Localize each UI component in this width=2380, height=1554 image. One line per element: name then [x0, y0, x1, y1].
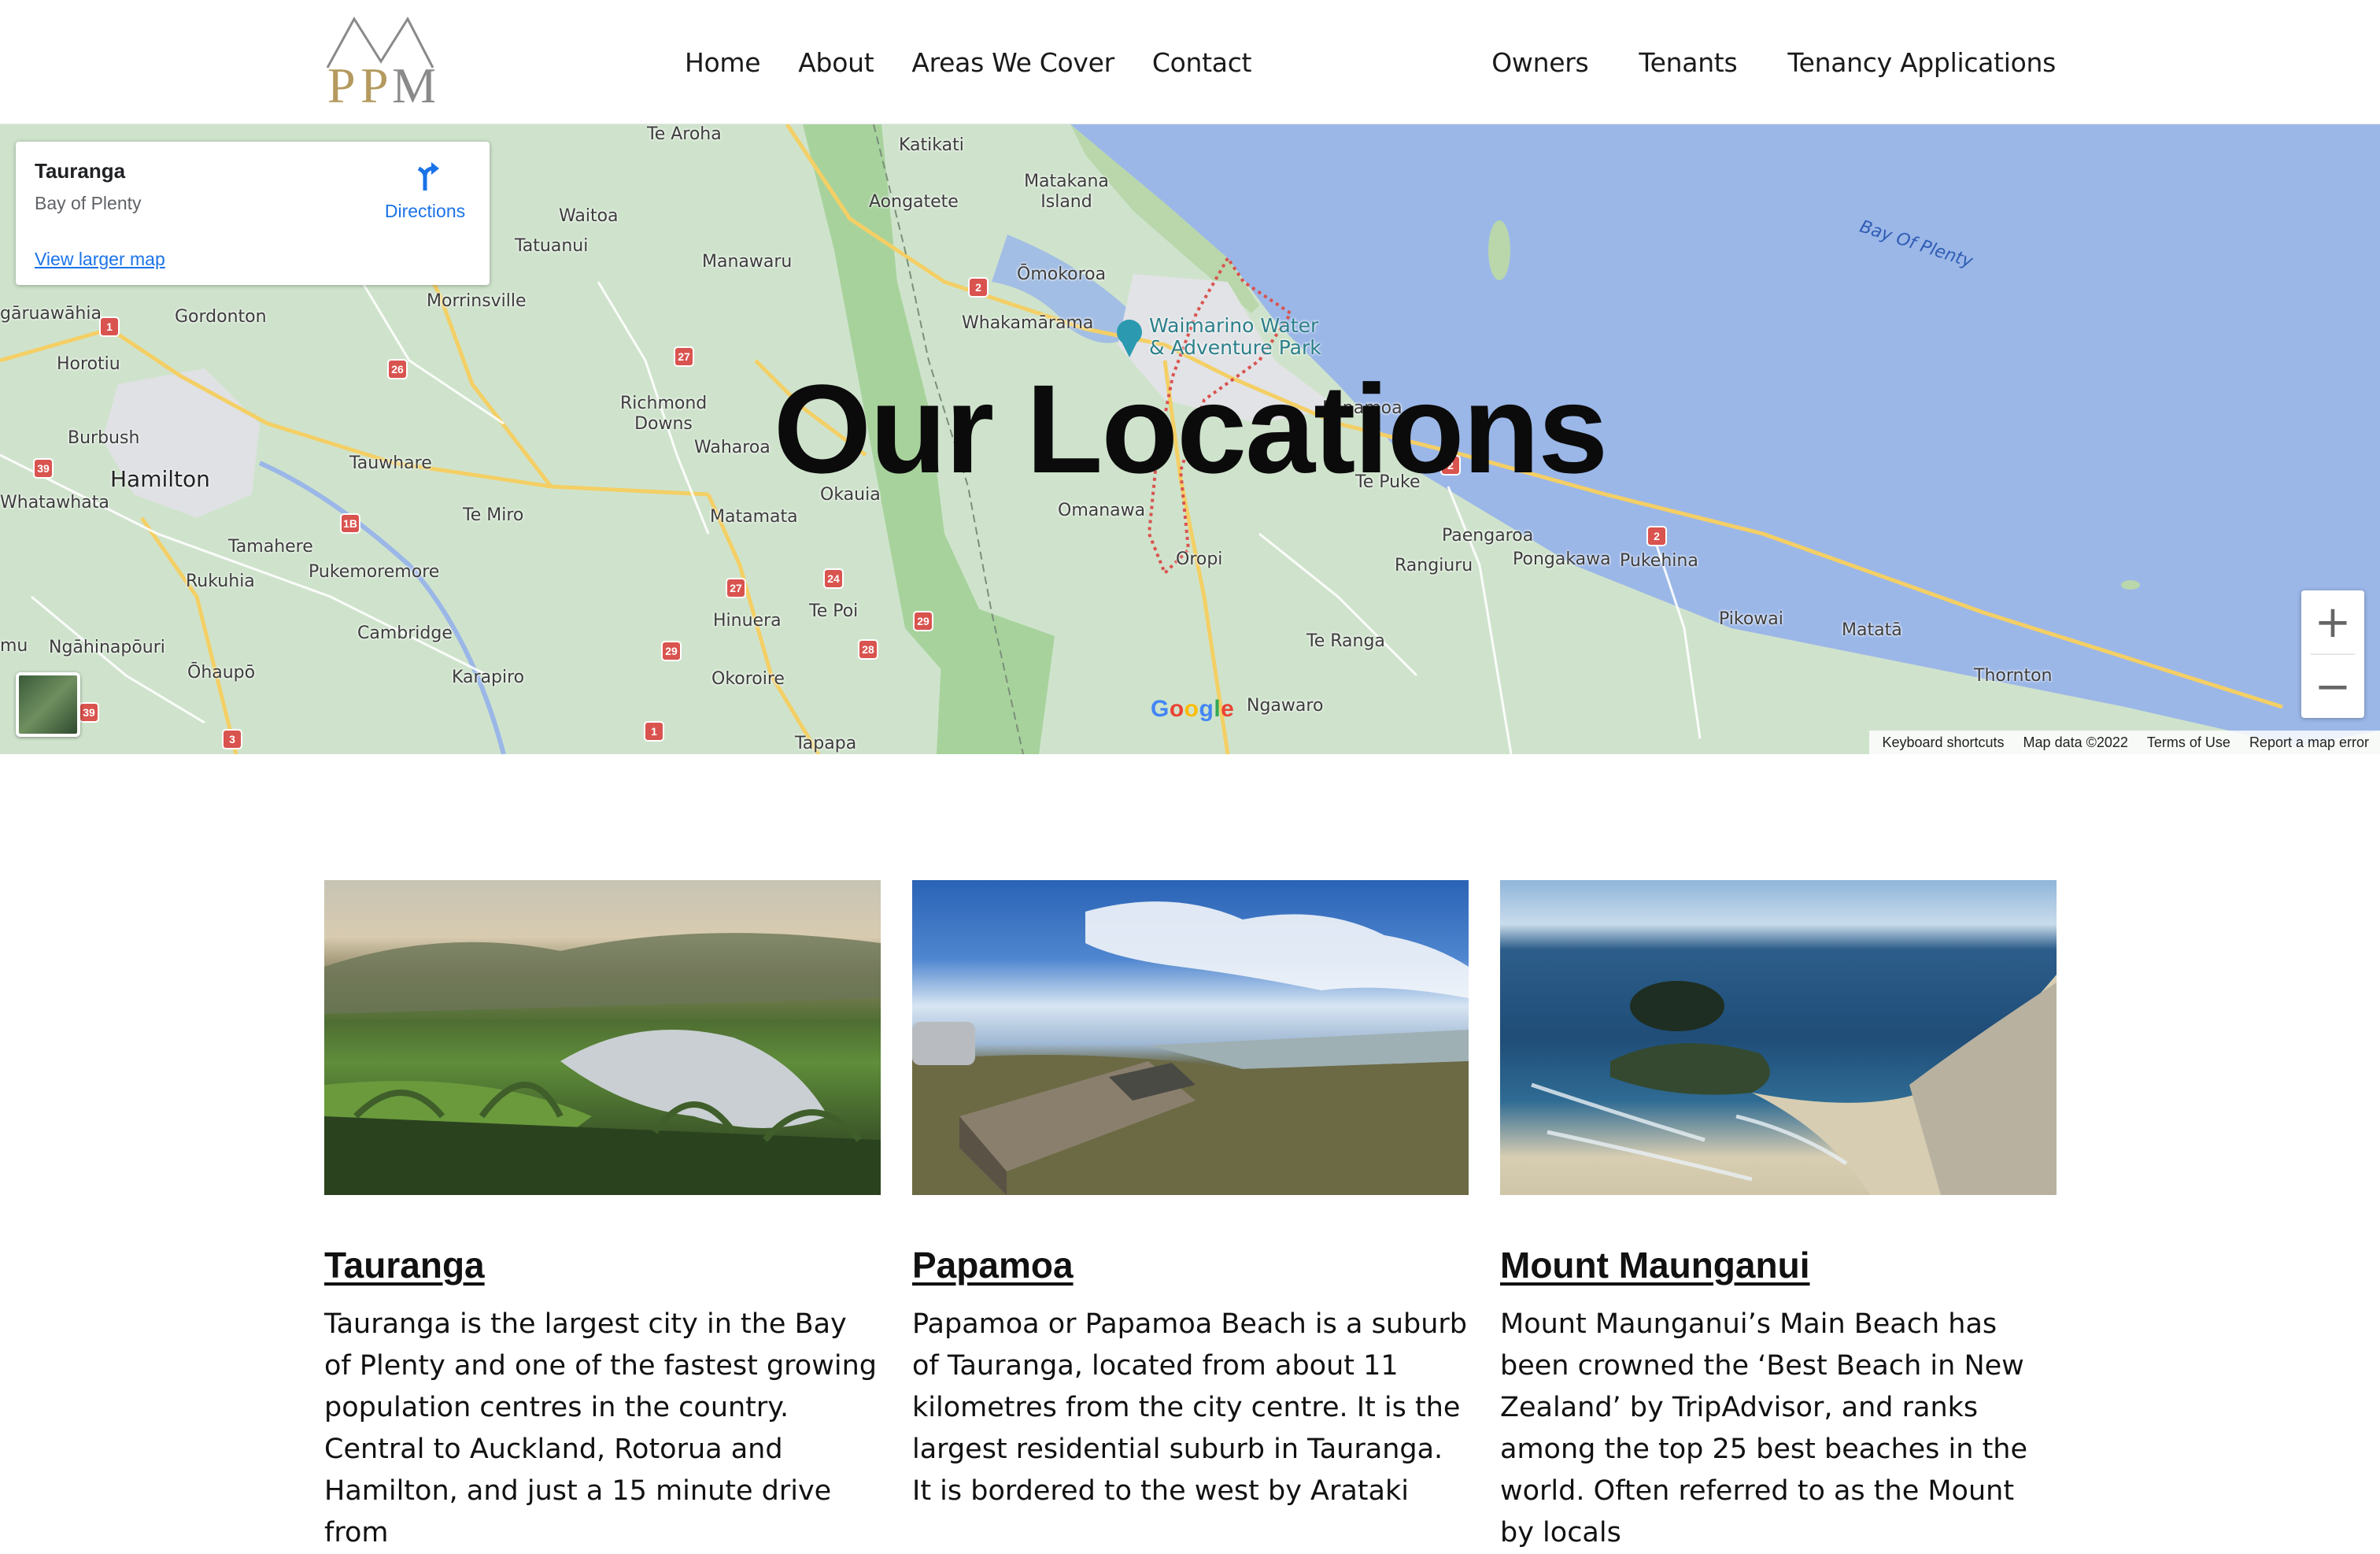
map-label: Manawaru	[702, 252, 793, 272]
nav-owners[interactable]: Owners	[1491, 47, 1588, 78]
location-description: Papamoa or Papamoa Beach is a suburb of …	[912, 1308, 1468, 1507]
nav-home[interactable]: Home	[685, 47, 761, 78]
map-label: Matakana Island	[1024, 172, 1109, 212]
map-label: Gordonton	[175, 307, 267, 327]
svg-text:P: P	[360, 57, 389, 109]
road-shield: 29	[913, 611, 933, 631]
map-label: Aongatete	[869, 192, 959, 212]
report-map-error-link[interactable]: Report a map error	[2249, 734, 2369, 751]
map-label: Tapapa	[795, 734, 857, 753]
map-label: Tatuanui	[515, 236, 589, 256]
location-title[interactable]: Tauranga	[324, 1244, 881, 1286]
secondary-nav: Owners Tenants Tenancy Applications	[1491, 0, 2056, 124]
nav-about[interactable]: About	[798, 47, 874, 78]
location-title[interactable]: Mount Maunganui	[1500, 1244, 2057, 1286]
site-header: P P M Home About Areas We Cover Contact …	[0, 0, 2380, 124]
map-label: Karapiro	[452, 668, 525, 687]
map-label: Te Ranga	[1306, 631, 1385, 651]
nav-tenants[interactable]: Tenants	[1639, 47, 1737, 78]
keyboard-shortcuts-link[interactable]: Keyboard shortcuts	[1882, 734, 2004, 751]
map-label: Cambridge	[357, 623, 453, 643]
zoom-in-button[interactable]: +	[2301, 590, 2364, 653]
map-label: Pukemoremore	[309, 562, 440, 582]
location-title[interactable]: Papamoa	[912, 1244, 1469, 1286]
map-label: Ngawaro	[1247, 696, 1324, 716]
map-label: Rangiuru	[1395, 556, 1473, 575]
map-label: Hinuera	[713, 611, 782, 631]
ppm-logo[interactable]: P P M	[323, 16, 434, 109]
map-label: Pikowai	[1719, 609, 1783, 629]
location-cards: Tauranga Tauranga is the largest city in…	[324, 880, 2057, 1554]
map-label: Tamahere	[228, 537, 313, 557]
location-card-mount-maunganui: Mount Maunganui Mount Maunganui’s Main B…	[1500, 880, 2057, 1554]
map-data-credit: Map data ©2022	[2023, 734, 2128, 750]
map-place-card: Tauranga Bay of Plenty View larger map D…	[16, 142, 490, 285]
papamoa-scene	[912, 901, 1469, 1195]
map-label: Oropi	[1176, 549, 1223, 569]
terms-of-use-link[interactable]: Terms of Use	[2147, 734, 2230, 751]
map-label: Ōhaupō	[187, 663, 256, 683]
map-label: Te Poi	[809, 601, 859, 621]
view-larger-map-link[interactable]: View larger map	[35, 249, 165, 270]
zoom-out-button[interactable]: −	[2301, 655, 2364, 718]
tauranga-scene	[324, 933, 881, 1195]
road-shield: 27	[726, 578, 746, 598]
map-label: Ngāhinapōuri	[49, 638, 165, 657]
mount-maunganui-photo[interactable]	[1500, 880, 2057, 1195]
main-nav: Home About Areas We Cover Contact	[685, 0, 1251, 124]
satellite-toggle[interactable]	[16, 672, 80, 737]
road-shield: 1	[99, 316, 120, 337]
road-shield: 1B	[340, 513, 360, 534]
svg-text:M: M	[392, 57, 434, 109]
mount-maunganui-scene	[1531, 975, 2057, 1195]
road-shield: 1	[644, 721, 664, 742]
map-attribution-bar: Keyboard shortcuts Map data ©2022 Terms …	[1869, 731, 2380, 754]
directions-icon	[417, 162, 439, 191]
map-label: Matamata	[710, 507, 798, 527]
map-label: Te Aroha	[647, 124, 722, 144]
road-shield: 2	[968, 277, 989, 298]
location-card-tauranga: Tauranga Tauranga is the largest city in…	[324, 880, 881, 1554]
svg-text:P: P	[327, 57, 356, 109]
map-label: Omanawa	[1058, 501, 1146, 520]
directions-button[interactable]: Directions	[371, 159, 479, 222]
road-shield: 28	[858, 639, 878, 660]
road-shield: 39	[79, 702, 99, 723]
directions-label: Directions	[384, 201, 466, 221]
map-label: Pongakawa	[1513, 549, 1611, 569]
road-shield: 24	[823, 568, 844, 589]
road-shield: 29	[661, 641, 682, 661]
nav-contact[interactable]: Contact	[1152, 47, 1252, 78]
nav-tenancy-applications[interactable]: Tenancy Applications	[1787, 47, 2056, 78]
embedded-map[interactable]: Te Aroha Katikati Matakana Island Aongat…	[0, 124, 2380, 754]
map-label: Whakamārama	[962, 313, 1094, 333]
map-label: Katikati	[899, 135, 964, 155]
location-description: Tauranga is the largest city in the Bay …	[324, 1308, 877, 1548]
map-label: Thornton	[1974, 666, 2053, 686]
map-label: Pukehina	[1620, 551, 1698, 571]
tauranga-photo[interactable]	[324, 880, 881, 1195]
place-name: Tauranga	[35, 159, 126, 183]
map-label: mu	[0, 636, 28, 656]
map-label: Morrinsville	[427, 291, 527, 311]
map-label: Matatā	[1842, 620, 1902, 640]
map-label: Te Miro	[463, 505, 524, 525]
map-label: gāruawāhia	[0, 304, 102, 324]
page-title: Our Locations	[773, 358, 1609, 499]
google-logo: Google	[1151, 696, 1235, 722]
location-card-papamoa: Papamoa Papamoa or Papamoa Beach is a su…	[912, 880, 1469, 1554]
nav-areas-we-cover[interactable]: Areas We Cover	[911, 47, 1114, 78]
map-label: Rukuhia	[186, 572, 255, 591]
map-label: Waitoa	[559, 206, 619, 226]
map-label: Ōmokoroa	[1017, 265, 1107, 284]
map-poi-label: Waimarino Water & Adventure Park	[1149, 314, 1321, 359]
map-zoom-controls: + −	[2301, 590, 2364, 718]
map-label: Okoroire	[711, 669, 785, 689]
road-shield: 3	[222, 729, 242, 749]
location-description: Mount Maunganui’s Main Beach has been cr…	[1500, 1308, 2028, 1548]
map-label: Paengaroa	[1442, 526, 1534, 546]
road-shield: 2	[1646, 526, 1667, 546]
papamoa-photo[interactable]	[912, 880, 1469, 1195]
place-region: Bay of Plenty	[35, 193, 142, 213]
